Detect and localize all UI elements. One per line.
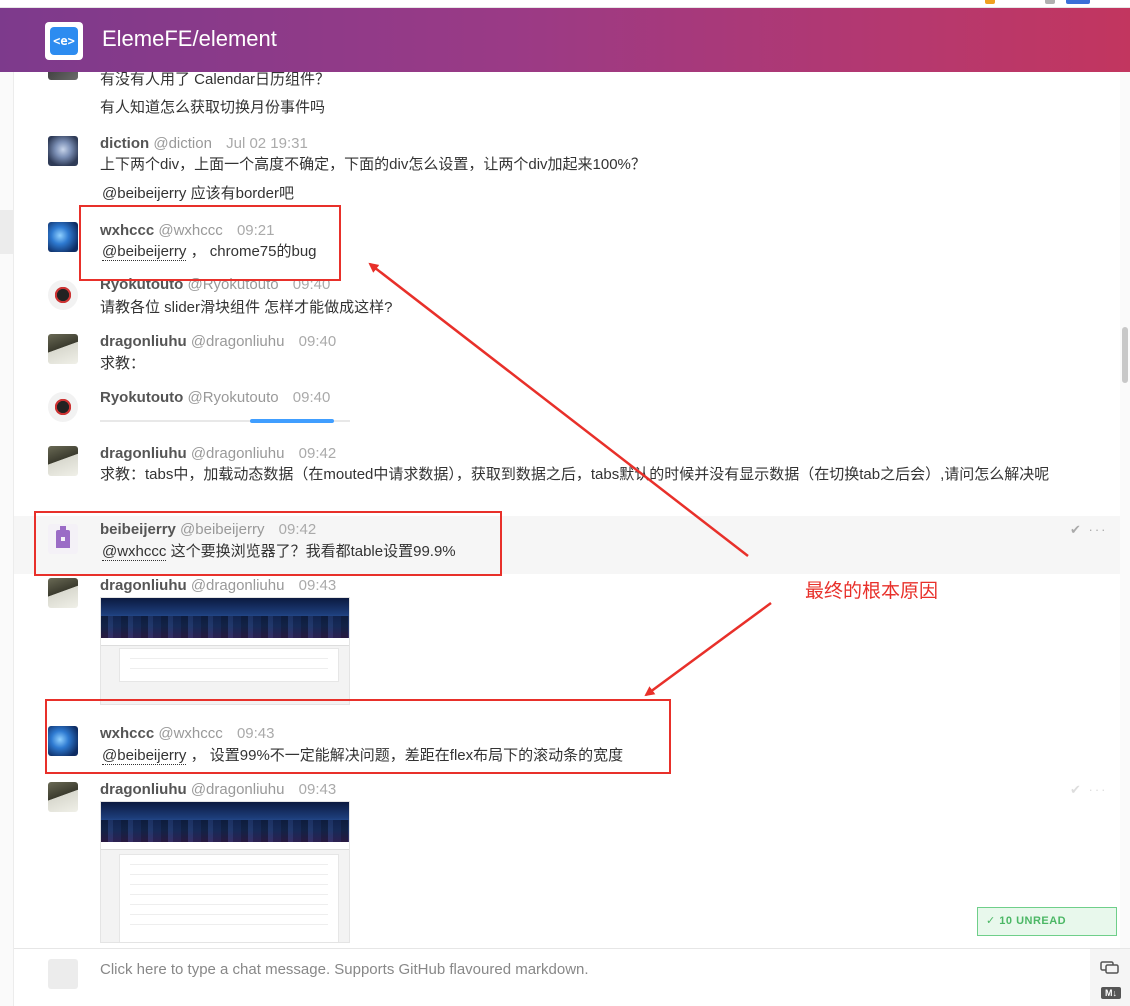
- chat-composer: Click here to type a chat message. Suppo…: [14, 948, 1130, 1006]
- unread-button[interactable]: ✓ 10 UNREAD: [977, 907, 1117, 936]
- avatar: [48, 959, 78, 989]
- annotation-label: 最终的根本原因: [805, 581, 939, 602]
- chat-bubble-icon[interactable]: [1100, 961, 1120, 975]
- markdown-icon[interactable]: M↓: [1101, 987, 1121, 999]
- unread-label: 10 UNREAD: [999, 915, 1067, 927]
- chat-input[interactable]: Click here to type a chat message. Suppo…: [100, 961, 589, 978]
- annotation-arrows: [368, 262, 772, 697]
- chevron-down-icon: ✓: [986, 915, 996, 927]
